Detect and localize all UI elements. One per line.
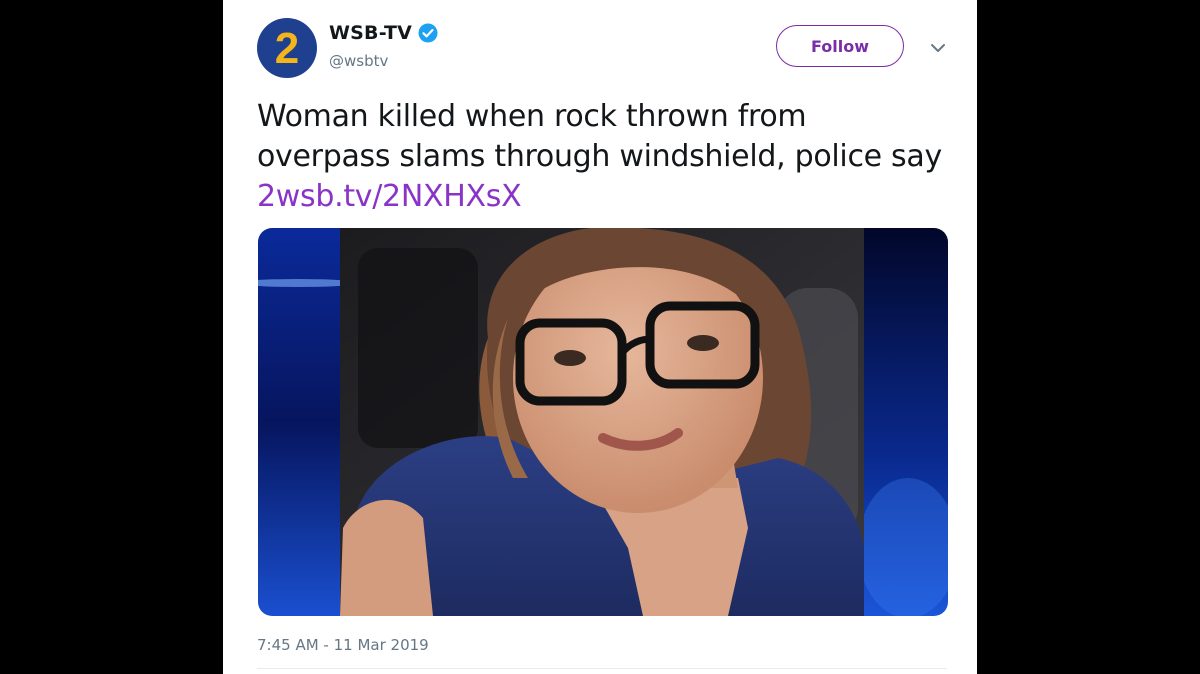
- photo-image[interactable]: [258, 228, 948, 616]
- chevron-down-icon[interactable]: [928, 38, 948, 58]
- account-name-text[interactable]: WSB-TV: [329, 22, 412, 44]
- account-handle[interactable]: @wsbtv: [329, 52, 388, 70]
- follow-button[interactable]: Follow: [776, 25, 904, 67]
- tweet-text: Woman killed when rock thrown from overp…: [257, 97, 957, 217]
- tweet-text-line-2: overpass slams through windshield, polic…: [257, 139, 942, 174]
- verified-badge-icon: [418, 23, 438, 43]
- tweet-text-line-1: Woman killed when rock thrown from: [257, 99, 807, 134]
- tweet-card: 2 WSB-TV @wsbtv Follow Woman killed when…: [223, 0, 977, 674]
- svg-text:2: 2: [275, 24, 299, 73]
- tweet-link[interactable]: 2wsb.tv/2NXHXsX: [257, 177, 957, 217]
- channel-2-logo-icon[interactable]: 2: [257, 18, 317, 78]
- tweet-timestamp[interactable]: 7:45 AM - 11 Mar 2019: [257, 636, 429, 654]
- divider: [257, 668, 947, 669]
- account-name[interactable]: WSB-TV: [329, 22, 438, 44]
